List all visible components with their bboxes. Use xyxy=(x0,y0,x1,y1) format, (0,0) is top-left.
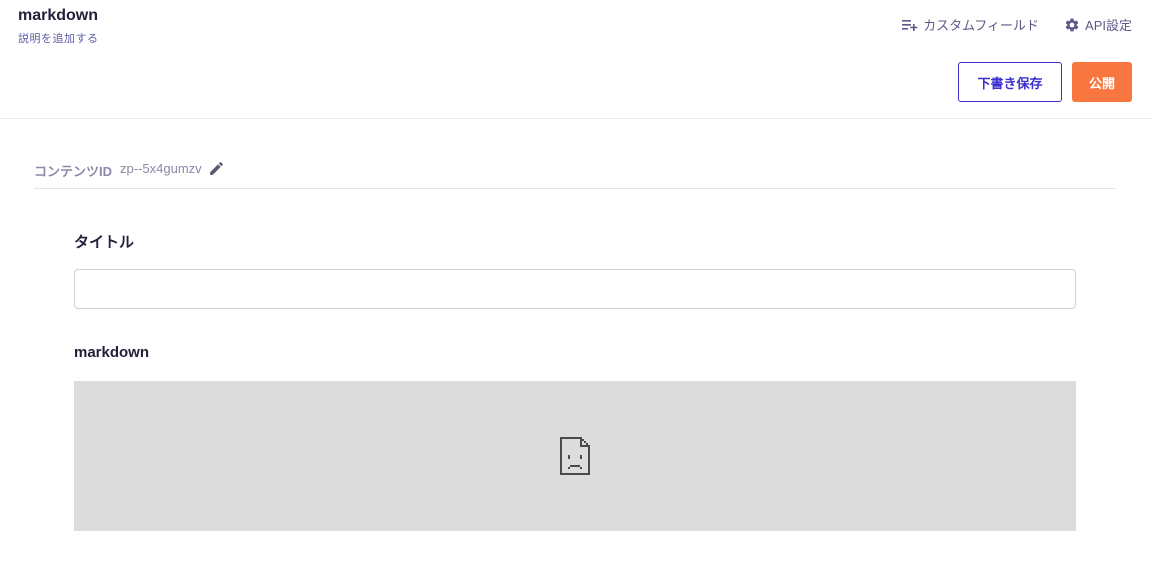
content-id-value: zp--5x4gumzv xyxy=(120,161,202,176)
header-actions: 下書き保存 公開 xyxy=(958,62,1132,102)
pencil-icon[interactable] xyxy=(208,160,225,177)
publish-button[interactable]: 公開 xyxy=(1072,62,1132,102)
header-links: カスタムフィールド API設定 xyxy=(877,15,1132,34)
gear-icon xyxy=(1065,18,1079,31)
add-description-link[interactable]: 説明を追加する xyxy=(18,30,99,46)
markdown-editor-frame[interactable] xyxy=(74,381,1076,531)
playlist-add-icon xyxy=(902,19,918,31)
content-id-label: コンテンツID xyxy=(34,164,113,179)
api-settings-link[interactable]: API設定 xyxy=(1064,15,1132,34)
markdown-field-label: markdown xyxy=(74,344,150,361)
title-field-label: タイトル xyxy=(74,234,135,251)
api-settings-label: API設定 xyxy=(1085,18,1132,33)
custom-field-label: カスタムフィールド xyxy=(923,18,1040,33)
api-title: markdown xyxy=(18,7,99,24)
save-draft-button[interactable]: 下書き保存 xyxy=(958,62,1062,102)
content-id-row: コンテンツID zp--5x4gumzv xyxy=(34,152,1116,189)
broken-document-icon xyxy=(560,437,590,475)
custom-field-link[interactable]: カスタムフィールド xyxy=(902,15,1039,34)
title-input[interactable] xyxy=(74,269,1076,309)
page-header: markdown 説明を追加する カスタムフィールド API設定 下書き保存 公… xyxy=(0,0,1152,119)
